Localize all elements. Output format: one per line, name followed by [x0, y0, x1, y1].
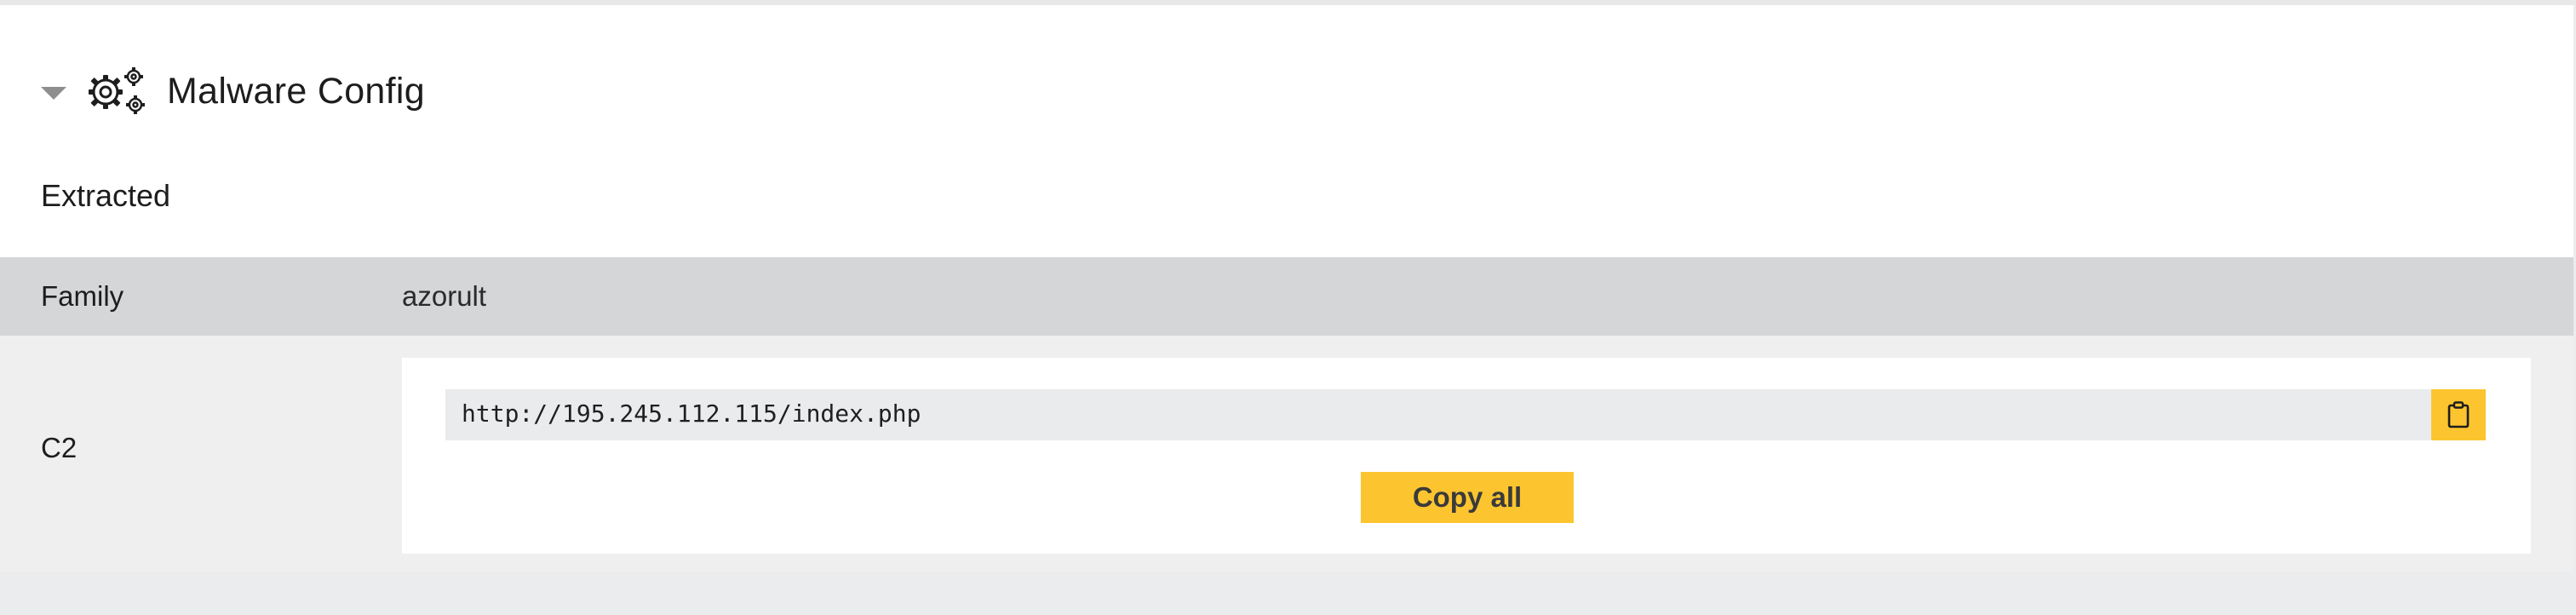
gears-icon — [89, 67, 145, 114]
copy-c2-button[interactable] — [2431, 389, 2486, 440]
family-value: azorult — [402, 280, 487, 312]
c2-label: C2 — [41, 432, 77, 463]
clipboard-icon — [2447, 401, 2470, 428]
copy-all-button[interactable]: Copy all — [1361, 472, 1574, 523]
page-footer-space — [0, 572, 2576, 615]
section-header-toggle[interactable]: Malware Config — [41, 60, 425, 123]
malware-config-panel: Malware Config Extracted — [0, 5, 2573, 257]
caret-down-icon[interactable] — [41, 86, 66, 100]
table-row-family: Family azorult — [0, 257, 2573, 336]
family-label: Family — [41, 280, 124, 312]
extracted-heading: Extracted — [41, 178, 171, 213]
page: Malware Config Extracted Family azorult … — [0, 0, 2576, 615]
section-title: Malware Config — [167, 70, 425, 112]
c2-entry: http://195.245.112.115/index.php — [445, 389, 2486, 440]
c2-url[interactable]: http://195.245.112.115/index.php — [462, 399, 921, 428]
c2-values-box: http://195.245.112.115/index.php Copy al… — [402, 358, 2531, 554]
